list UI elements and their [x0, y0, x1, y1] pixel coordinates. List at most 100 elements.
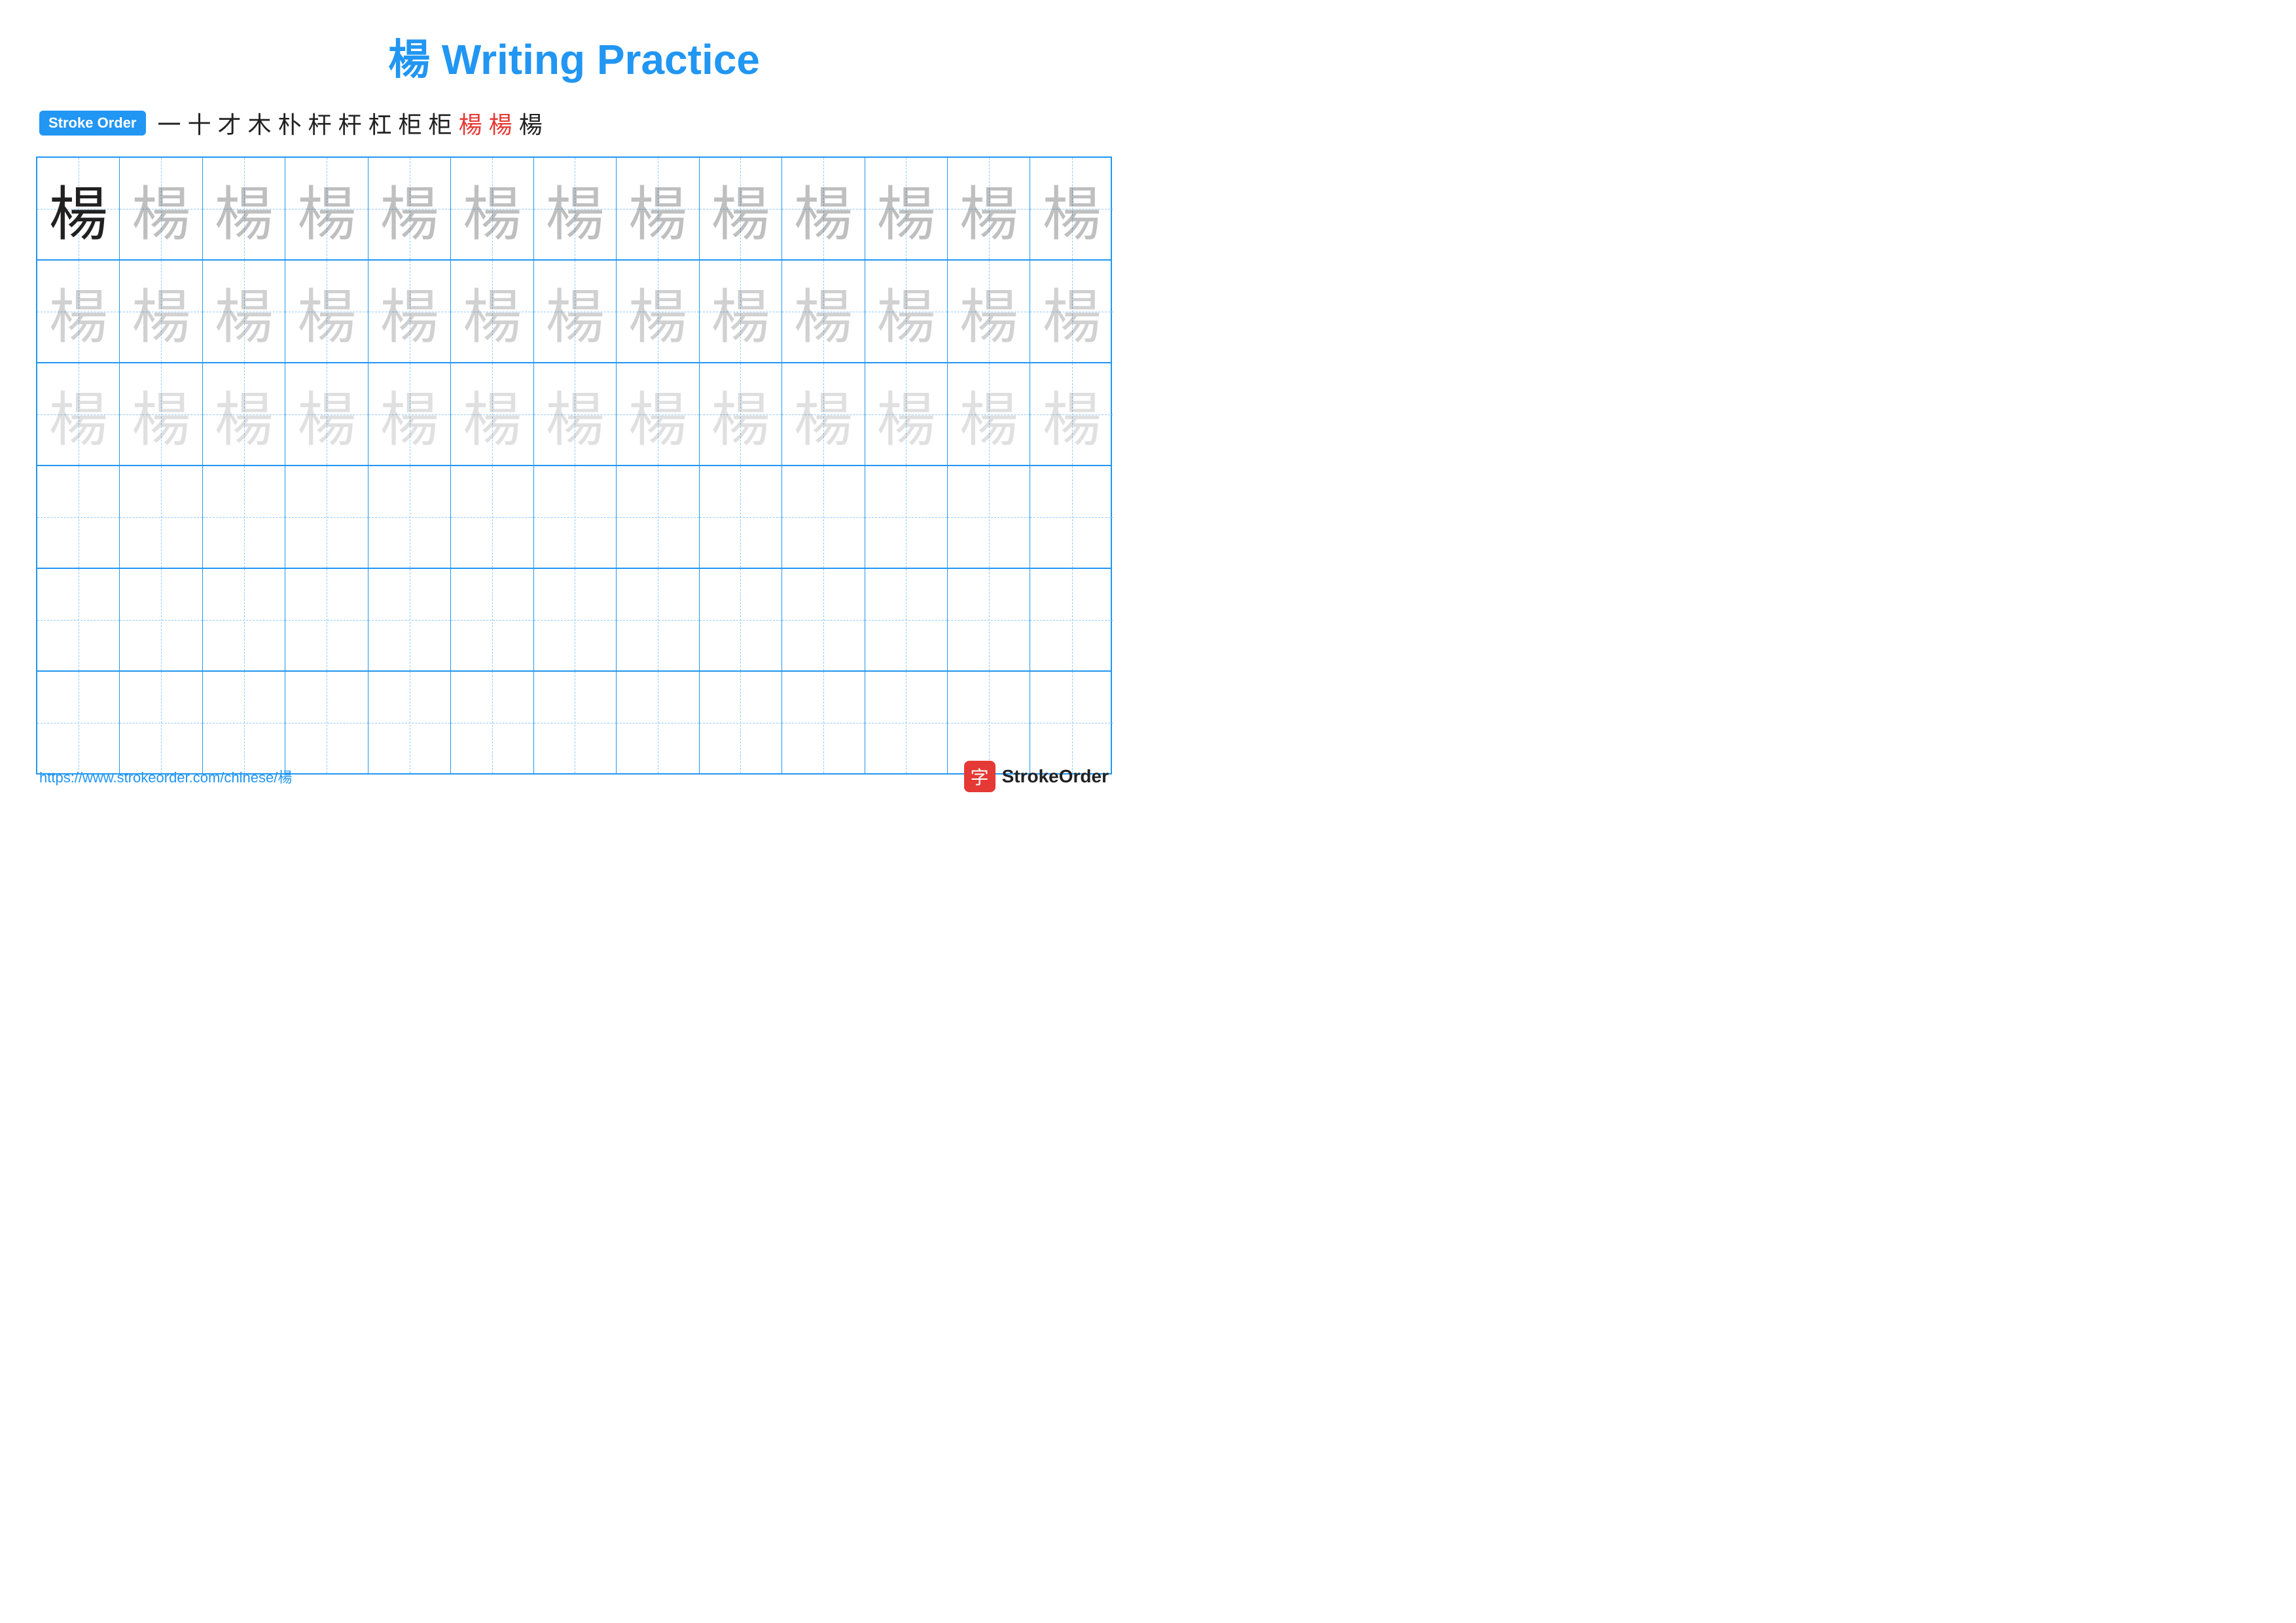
stroke-13: 楊 — [519, 106, 543, 140]
footer: https://www.strokeorder.com/chinese/楊 字 … — [39, 761, 1109, 792]
practice-char: 楊 — [628, 269, 687, 354]
practice-char: 楊 — [876, 372, 935, 457]
stroke-5: 朴 — [278, 106, 302, 140]
grid-cell[interactable] — [203, 466, 285, 568]
grid-cell[interactable] — [120, 672, 202, 773]
grid-cell[interactable] — [37, 569, 120, 670]
practice-char: 楊 — [711, 166, 770, 251]
grid-cell[interactable] — [285, 569, 368, 670]
grid-cell[interactable] — [120, 466, 202, 568]
grid-cell[interactable]: 楊 — [948, 158, 1030, 259]
grid-cell[interactable] — [37, 672, 120, 773]
grid-cell[interactable]: 楊 — [120, 363, 202, 465]
practice-char: 楊 — [49, 372, 108, 457]
practice-char: 楊 — [49, 166, 108, 251]
grid-cell[interactable]: 楊 — [120, 261, 202, 362]
practice-char: 楊 — [132, 166, 190, 251]
grid-cell[interactable] — [37, 466, 120, 568]
grid-cell[interactable] — [700, 466, 782, 568]
grid-cell[interactable] — [865, 466, 948, 568]
grid-cell[interactable]: 楊 — [451, 261, 533, 362]
grid-row-6 — [37, 672, 1111, 773]
grid-cell[interactable]: 楊 — [203, 261, 285, 362]
grid-cell[interactable] — [782, 569, 865, 670]
grid-cell[interactable] — [700, 672, 782, 773]
grid-cell[interactable] — [865, 672, 948, 773]
practice-char: 楊 — [463, 372, 522, 457]
grid-cell[interactable]: 楊 — [782, 261, 865, 362]
grid-cell[interactable] — [203, 672, 285, 773]
grid-cell[interactable]: 楊 — [37, 158, 120, 259]
grid-cell[interactable] — [948, 569, 1030, 670]
stroke-11: 楊 — [459, 106, 482, 140]
grid-cell[interactable] — [782, 466, 865, 568]
grid-cell[interactable]: 楊 — [617, 363, 699, 465]
grid-cell[interactable] — [120, 569, 202, 670]
grid-cell[interactable]: 楊 — [120, 158, 202, 259]
grid-cell[interactable]: 楊 — [368, 363, 451, 465]
grid-cell[interactable]: 楊 — [1030, 261, 1113, 362]
grid-cell[interactable]: 楊 — [700, 158, 782, 259]
grid-cell[interactable] — [617, 466, 699, 568]
grid-row-4 — [37, 466, 1111, 569]
grid-cell[interactable]: 楊 — [617, 261, 699, 362]
grid-cell[interactable] — [285, 466, 368, 568]
grid-cell[interactable]: 楊 — [37, 261, 120, 362]
grid-cell[interactable] — [782, 672, 865, 773]
grid-cell[interactable]: 楊 — [368, 261, 451, 362]
grid-cell[interactable]: 楊 — [948, 363, 1030, 465]
grid-cell[interactable] — [534, 466, 617, 568]
stroke-1: 一 — [158, 106, 181, 140]
grid-cell[interactable]: 楊 — [617, 158, 699, 259]
grid-cell[interactable]: 楊 — [285, 158, 368, 259]
grid-cell[interactable] — [451, 466, 533, 568]
grid-cell[interactable] — [368, 672, 451, 773]
grid-cell[interactable]: 楊 — [534, 158, 617, 259]
grid-cell[interactable]: 楊 — [782, 158, 865, 259]
grid-cell[interactable] — [1030, 466, 1113, 568]
grid-cell[interactable] — [451, 672, 533, 773]
grid-cell[interactable] — [700, 569, 782, 670]
grid-cell[interactable] — [1030, 672, 1113, 773]
footer-logo: 字 StrokeOrder — [964, 761, 1109, 792]
grid-cell[interactable]: 楊 — [285, 363, 368, 465]
title-char: 楊 — [388, 36, 430, 83]
grid-cell[interactable]: 楊 — [368, 158, 451, 259]
grid-cell[interactable]: 楊 — [534, 363, 617, 465]
grid-cell[interactable] — [865, 569, 948, 670]
grid-cell[interactable]: 楊 — [1030, 363, 1113, 465]
grid-cell[interactable]: 楊 — [203, 363, 285, 465]
grid-cell[interactable]: 楊 — [865, 261, 948, 362]
grid-cell[interactable] — [948, 672, 1030, 773]
grid-cell[interactable]: 楊 — [865, 363, 948, 465]
practice-char: 楊 — [297, 269, 356, 354]
grid-cell[interactable] — [948, 466, 1030, 568]
grid-cell[interactable] — [1030, 569, 1113, 670]
grid-cell[interactable] — [368, 569, 451, 670]
grid-cell[interactable] — [451, 569, 533, 670]
grid-cell[interactable] — [617, 569, 699, 670]
grid-cell[interactable] — [285, 672, 368, 773]
grid-cell[interactable]: 楊 — [700, 261, 782, 362]
page-title: 楊 Writing Practice — [0, 0, 1148, 86]
practice-char: 楊 — [215, 269, 274, 354]
grid-cell[interactable]: 楊 — [534, 261, 617, 362]
grid-cell[interactable] — [368, 466, 451, 568]
grid-row-5 — [37, 569, 1111, 672]
grid-cell[interactable]: 楊 — [865, 158, 948, 259]
grid-cell[interactable] — [203, 569, 285, 670]
practice-char: 楊 — [132, 372, 190, 457]
grid-cell[interactable]: 楊 — [203, 158, 285, 259]
grid-cell[interactable]: 楊 — [1030, 158, 1113, 259]
grid-cell[interactable] — [617, 672, 699, 773]
grid-cell[interactable] — [534, 569, 617, 670]
grid-cell[interactable]: 楊 — [782, 363, 865, 465]
grid-cell[interactable]: 楊 — [948, 261, 1030, 362]
footer-url[interactable]: https://www.strokeorder.com/chinese/楊 — [39, 766, 292, 787]
grid-cell[interactable] — [534, 672, 617, 773]
grid-cell[interactable]: 楊 — [285, 261, 368, 362]
grid-cell[interactable]: 楊 — [37, 363, 120, 465]
grid-cell[interactable]: 楊 — [451, 158, 533, 259]
grid-cell[interactable]: 楊 — [451, 363, 533, 465]
grid-cell[interactable]: 楊 — [700, 363, 782, 465]
